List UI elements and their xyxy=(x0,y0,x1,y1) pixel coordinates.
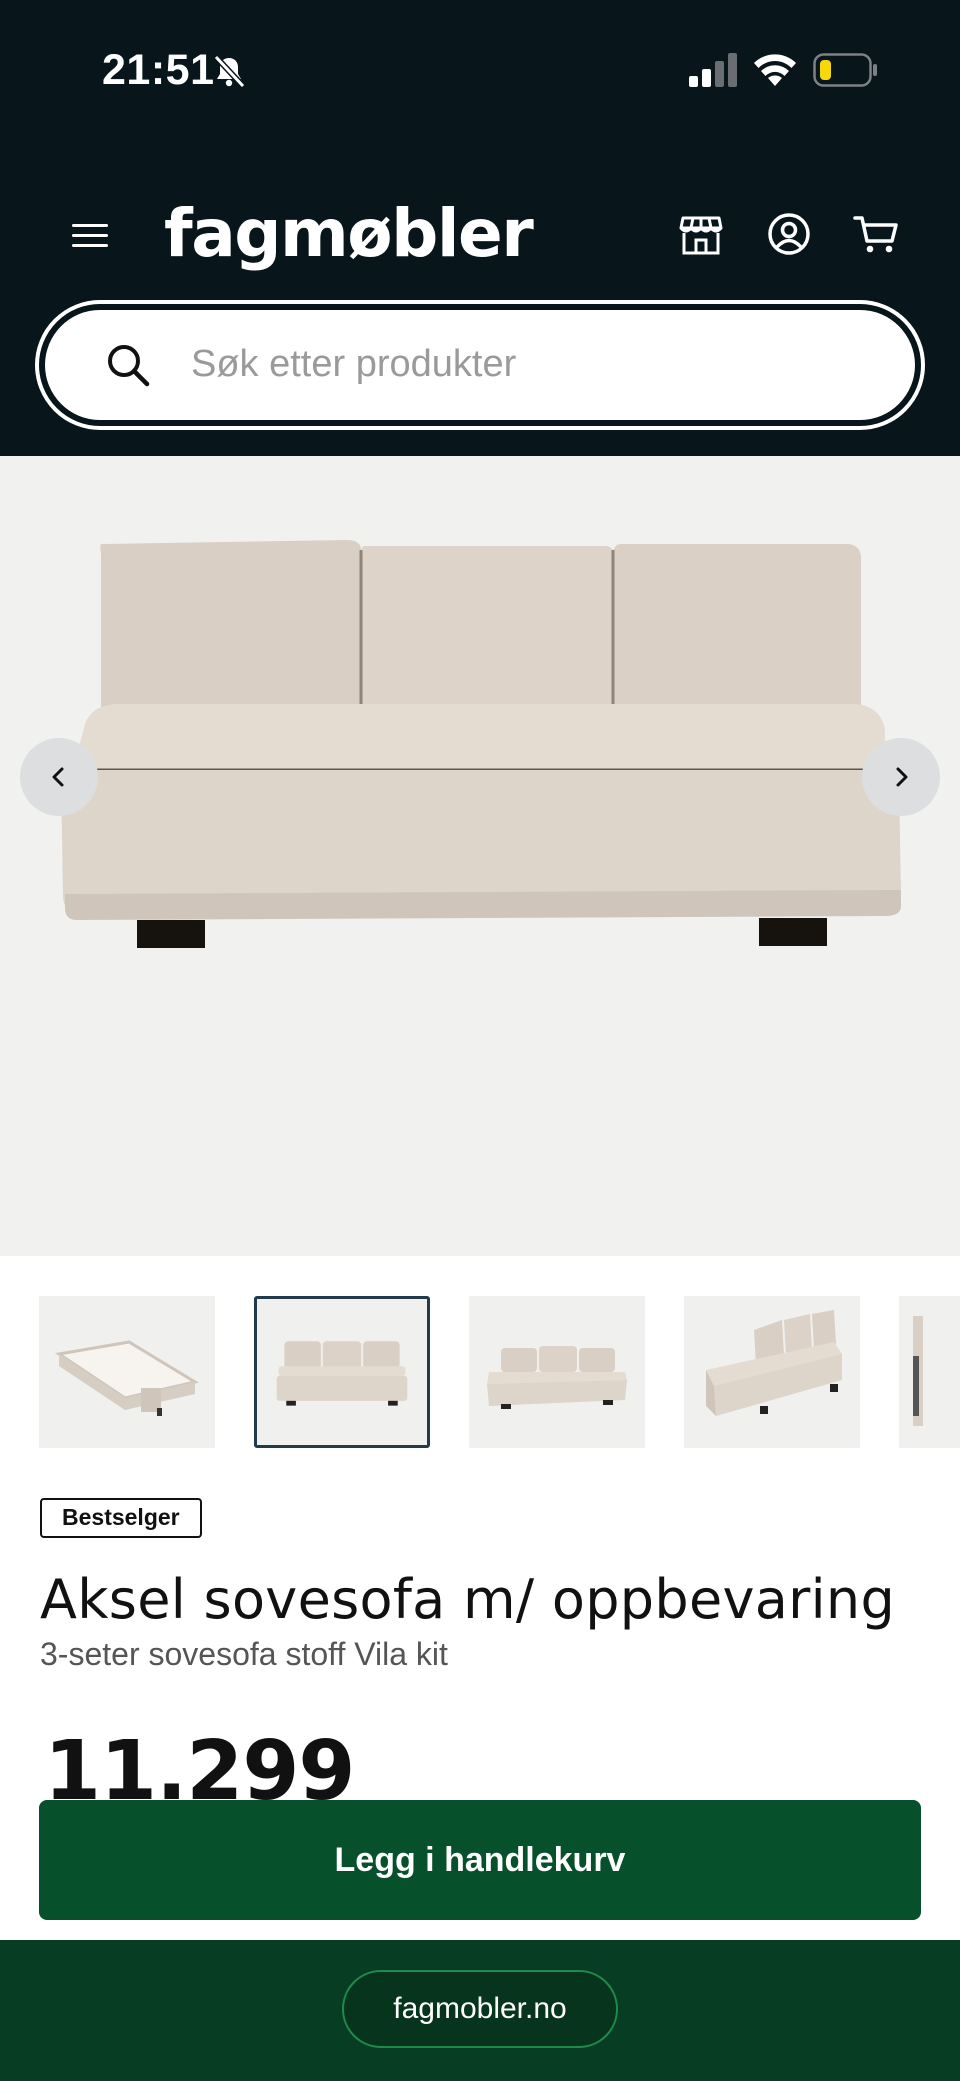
product-subtitle: 3-seter sovesofa stoff Vila kit xyxy=(40,1636,448,1672)
url-bar[interactable]: fagmobler.no xyxy=(342,1970,618,2048)
cellular-signal-icon xyxy=(689,53,737,87)
user-icon[interactable] xyxy=(765,210,813,258)
store-icon[interactable] xyxy=(677,210,725,258)
header: 21:51 fagmøbler xyxy=(0,0,960,456)
bell-slash-icon xyxy=(213,54,246,89)
search-icon[interactable] xyxy=(103,340,153,390)
product-image xyxy=(61,540,901,948)
chevron-left-icon xyxy=(52,767,64,787)
thumbnail-2[interactable] xyxy=(254,1296,430,1448)
thumbnail-4[interactable] xyxy=(684,1296,860,1448)
logo[interactable]: fagmøbler xyxy=(164,194,534,274)
search-bar xyxy=(35,300,925,430)
battery-low-icon xyxy=(813,53,877,87)
nav-row: fagmøbler xyxy=(0,190,960,286)
chevron-right-icon xyxy=(896,767,908,787)
thumbnail-strip xyxy=(0,1296,960,1448)
search-box[interactable] xyxy=(45,310,915,420)
cart-icon[interactable] xyxy=(852,210,900,258)
wifi-icon xyxy=(754,54,796,86)
bestseller-badge: Bestselger xyxy=(40,1498,202,1538)
thumbnail-1[interactable] xyxy=(39,1296,215,1448)
prev-image-button[interactable] xyxy=(20,738,98,816)
status-time: 21:51 xyxy=(102,46,215,94)
product-title: Aksel sovesofa m/ oppbevaring xyxy=(40,1568,896,1631)
browser-bottom-bar: fagmobler.no xyxy=(0,1940,960,2081)
add-to-cart-button[interactable]: Legg i handlekurv xyxy=(39,1800,921,1920)
next-image-button[interactable] xyxy=(862,738,940,816)
thumbnail-3[interactable] xyxy=(469,1296,645,1448)
product-gallery[interactable] xyxy=(0,456,960,1256)
thumbnail-5[interactable] xyxy=(899,1296,960,1448)
menu-icon[interactable] xyxy=(70,218,110,252)
search-input[interactable] xyxy=(191,324,841,404)
